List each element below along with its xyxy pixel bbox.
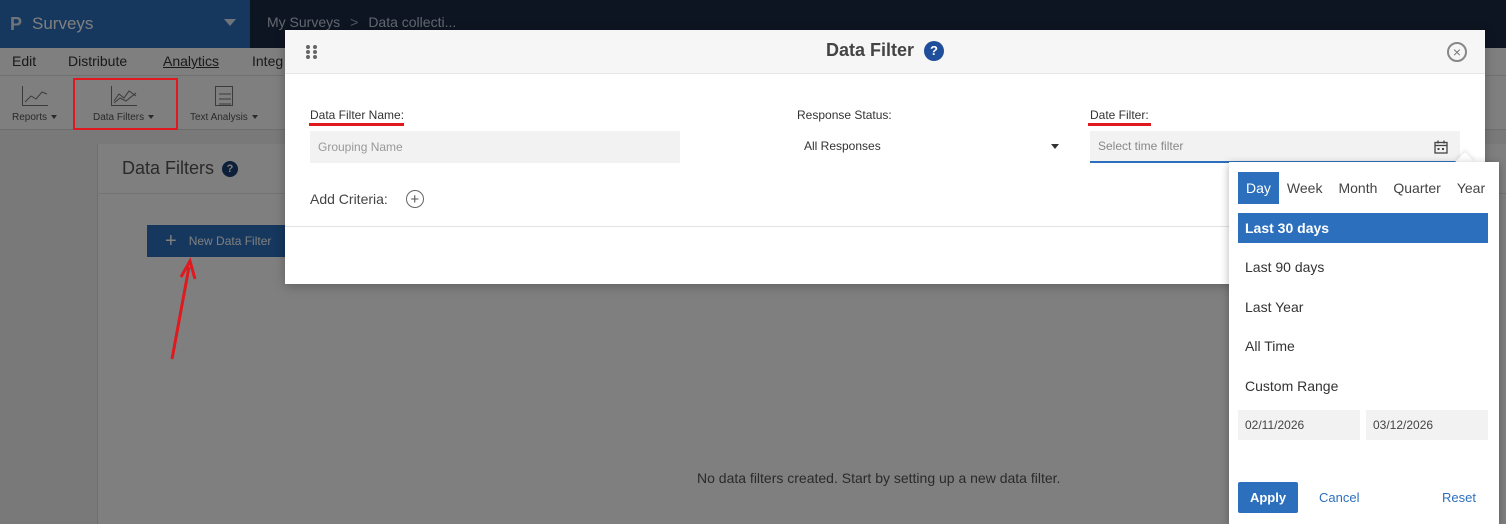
annotation-underline (1088, 123, 1151, 126)
calendar-icon[interactable] (1434, 140, 1448, 154)
option-all-time[interactable]: All Time (1238, 331, 1488, 361)
option-last-90-days[interactable]: Last 90 days (1238, 252, 1488, 282)
add-criteria-label: Add Criteria: (310, 191, 388, 207)
add-criteria-row: Add Criteria: + (310, 190, 424, 208)
date-filter-placeholder: Select time filter (1098, 139, 1184, 153)
apply-button[interactable]: Apply (1238, 482, 1298, 513)
date-filter-popover: Day Week Month Quarter Year Last 30 days… (1229, 162, 1499, 524)
tab-year[interactable]: Year (1449, 172, 1493, 204)
response-status-label: Response Status: (797, 108, 892, 122)
option-last-30-days[interactable]: Last 30 days (1238, 213, 1488, 243)
tab-month[interactable]: Month (1330, 172, 1385, 204)
help-icon[interactable]: ? (924, 40, 945, 61)
cancel-button[interactable]: Cancel (1319, 490, 1359, 505)
period-tabs: Day Week Month Quarter Year (1238, 172, 1493, 204)
start-date-field[interactable]: 02/11/2026 (1238, 410, 1360, 440)
annotation-underline (309, 123, 404, 126)
dialog-title-wrap: Data Filter ? (285, 40, 1485, 61)
response-status-select[interactable]: All Responses (797, 131, 1062, 161)
dialog-title: Data Filter (825, 40, 915, 60)
filter-name-label: Data Filter Name: (310, 108, 405, 122)
annotation-highlight-box (73, 78, 178, 130)
end-date-field[interactable]: 03/12/2026 (1366, 410, 1488, 440)
option-custom-range[interactable]: Custom Range (1238, 371, 1488, 401)
annotation-arrow-icon (170, 257, 197, 360)
date-filter-label: Date Filter: (1090, 108, 1149, 122)
tab-day[interactable]: Day (1238, 172, 1279, 204)
date-filter-input[interactable]: Select time filter (1090, 131, 1460, 163)
option-last-year[interactable]: Last Year (1238, 292, 1488, 322)
reset-button[interactable]: Reset (1442, 490, 1476, 505)
tab-week[interactable]: Week (1279, 172, 1331, 204)
close-icon[interactable]: × (1447, 42, 1467, 62)
dialog-header: Data Filter ? × (285, 30, 1485, 74)
response-status-value: All Responses (804, 139, 881, 153)
filter-name-input[interactable]: Grouping Name (310, 131, 680, 163)
chevron-down-icon (1051, 144, 1059, 149)
add-circle-icon[interactable]: + (405, 190, 424, 208)
tab-quarter[interactable]: Quarter (1385, 172, 1448, 204)
